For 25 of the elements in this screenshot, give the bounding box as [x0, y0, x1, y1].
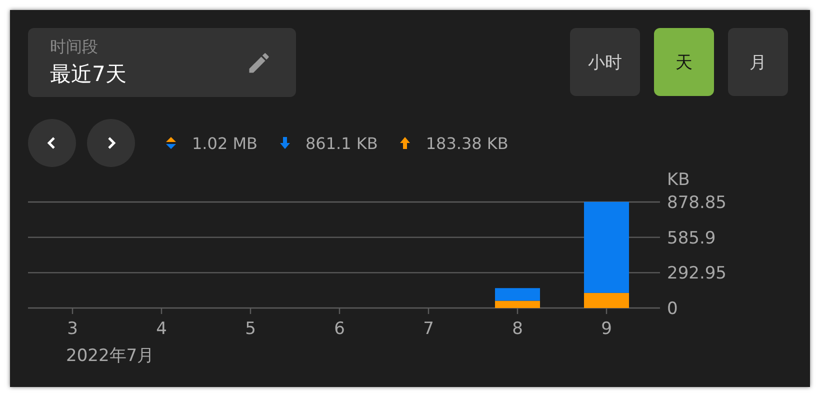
granularity-tab[interactable]: 小时	[570, 28, 640, 96]
granularity-tab[interactable]: 月	[728, 28, 788, 96]
x-tick-label: 8	[512, 319, 523, 339]
field-value: 最近7天	[50, 61, 126, 88]
field-label: 时间段	[50, 37, 99, 58]
x-tick-label: 6	[334, 319, 345, 339]
y-tick-label: 585.9	[667, 228, 716, 248]
x-tick-label: 4	[156, 319, 167, 339]
x-tick-label: 3	[67, 319, 78, 339]
legend-value: 183.38 KB	[426, 134, 508, 152]
y-tick-label: 292.95	[667, 264, 726, 284]
y-tick-label: 0	[667, 299, 678, 319]
y-axis-unit: KB	[667, 170, 690, 190]
granularity-tab[interactable]: 天	[654, 28, 714, 96]
legend-value: 861.1 KB	[306, 134, 378, 152]
y-tick-label: 878.85	[667, 193, 726, 213]
next-button[interactable]	[87, 119, 135, 167]
x-tick-label: 5	[245, 319, 256, 339]
up-down-arrows-icon	[166, 136, 176, 150]
previous-button[interactable]	[28, 119, 76, 167]
x-axis-title: 2022年7月	[66, 346, 154, 366]
x-tick-label: 9	[601, 319, 612, 339]
period-field[interactable]: 时间段 最近7天	[28, 28, 296, 97]
x-tick-label: 7	[423, 319, 434, 339]
legend-value: 1.02 MB	[192, 134, 258, 152]
